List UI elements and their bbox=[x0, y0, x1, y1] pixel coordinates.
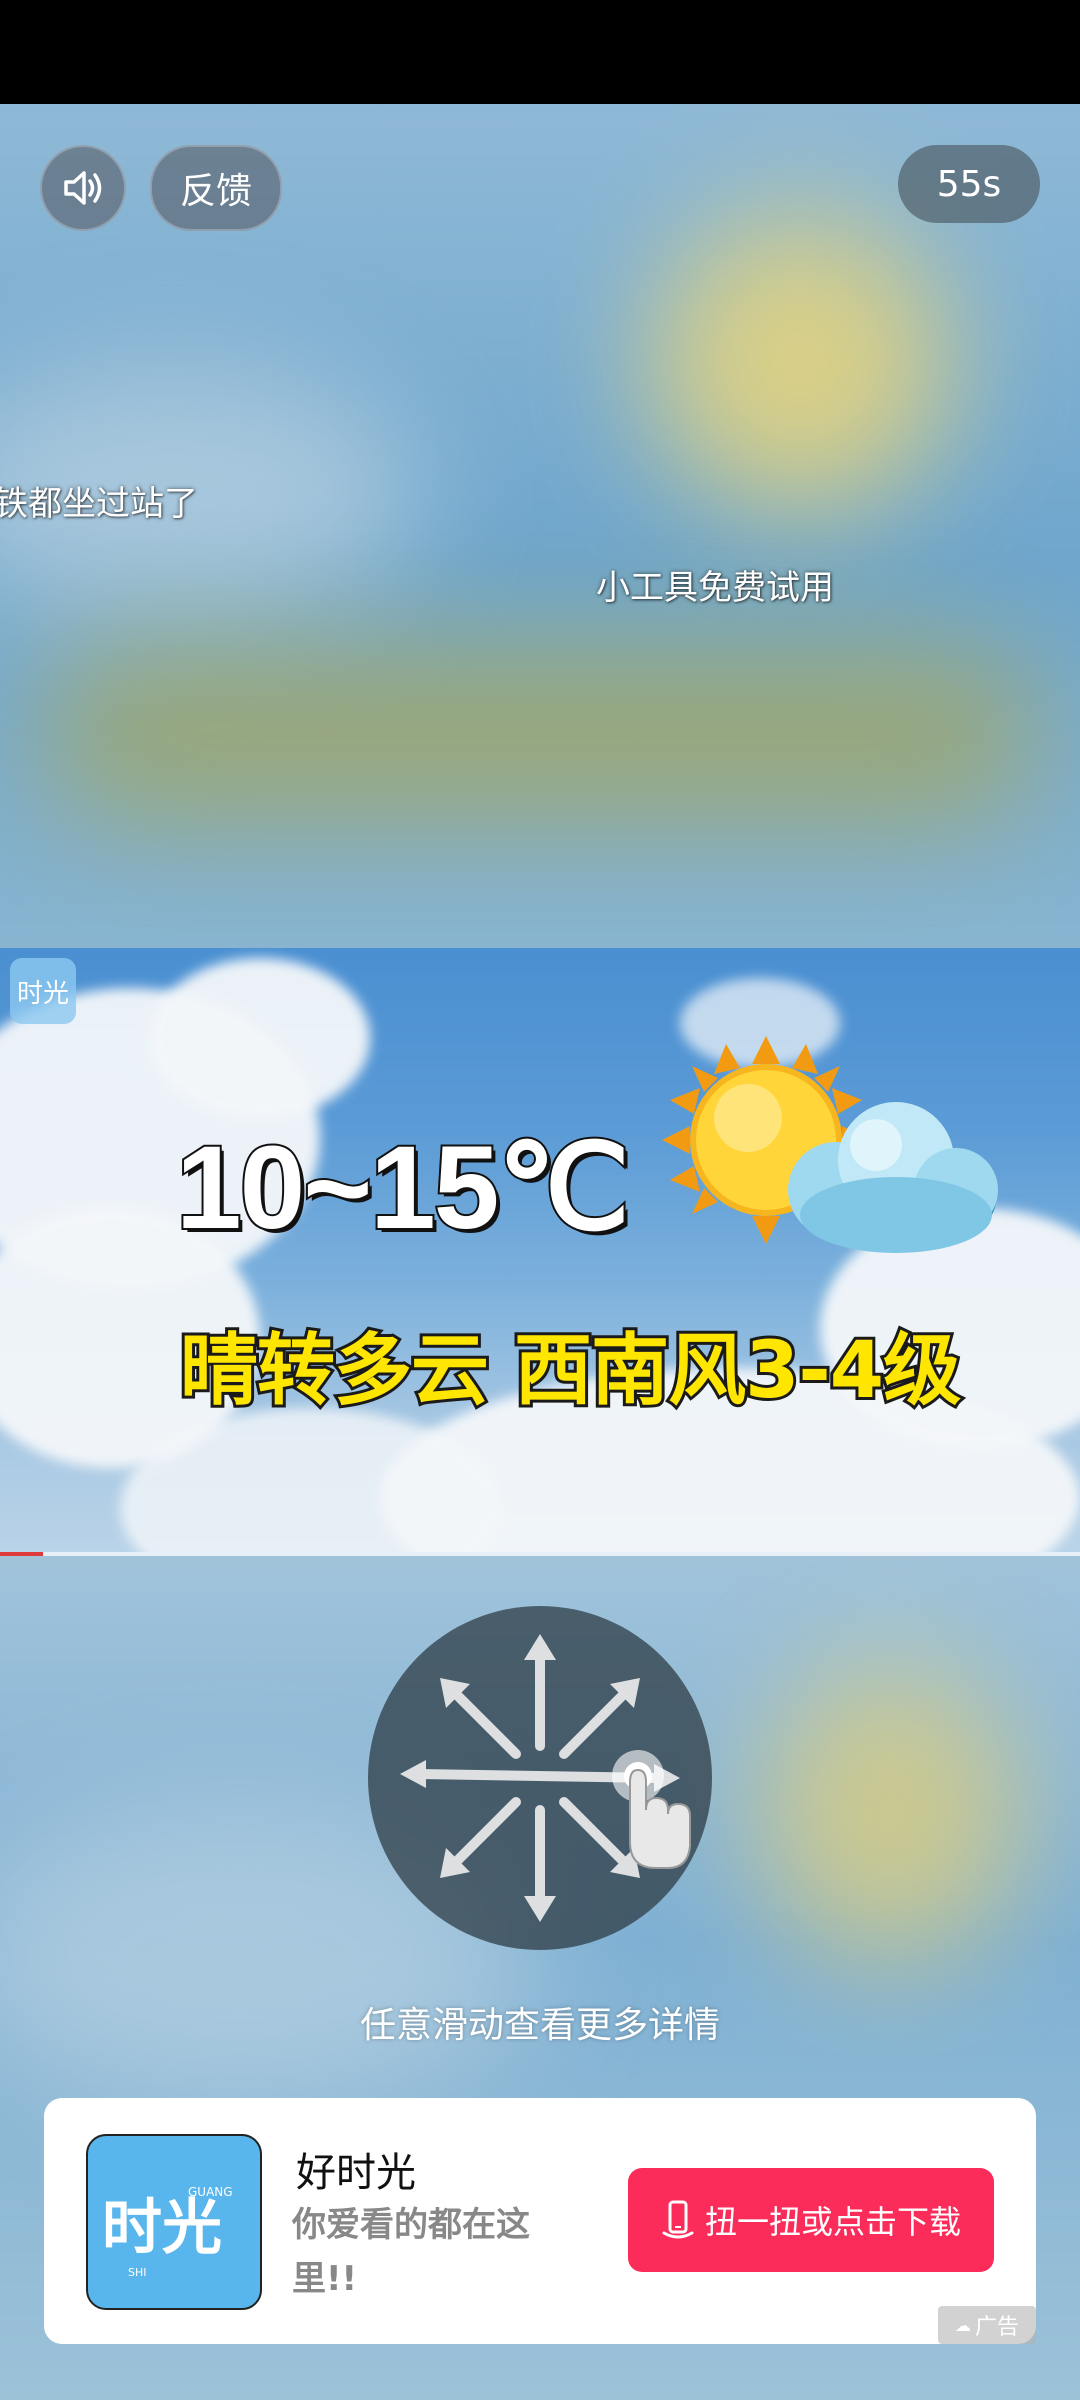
ad-tag-logo-icon: ☁ bbox=[954, 2315, 971, 2335]
download-label: 扭一扭或点击下载 bbox=[704, 2203, 961, 2241]
speaker-icon bbox=[64, 171, 102, 205]
status-bar bbox=[0, 0, 1080, 104]
download-button[interactable]: 扭一扭或点击下载 bbox=[628, 2168, 994, 2272]
video-progress-bar bbox=[0, 1552, 1080, 1556]
danmaku-comment: 铁都坐过站了 bbox=[0, 484, 198, 524]
countdown-timer[interactable]: 55s bbox=[898, 145, 1040, 223]
weather-description: 晴转多云 西南风3-4级 bbox=[177, 1323, 964, 1419]
svg-text:GUANG: GUANG bbox=[188, 2185, 233, 2199]
video-player[interactable]: 时光 10~15℃ 晴转多云 西南风3-4级 bbox=[0, 948, 1080, 1552]
app-description: 你爱看的都在这里!! bbox=[292, 2205, 530, 2299]
danmaku-comment: 小工具免费试用 bbox=[596, 568, 834, 608]
arrows-icon bbox=[400, 1634, 691, 1922]
swipe-gesture-icon[interactable] bbox=[368, 1606, 712, 1950]
ad-card[interactable]: 时光 GUANG SHI 好时光 你爱看的都在这里!! 扭一扭或点击下载 bbox=[44, 2098, 1036, 2344]
svg-text:时光: 时光 bbox=[102, 2193, 222, 2263]
feedback-button[interactable]: 反馈 bbox=[150, 145, 282, 231]
sound-button[interactable] bbox=[40, 145, 126, 231]
ad-label: ☁ 广告 bbox=[938, 2306, 1036, 2344]
app-logo[interactable]: 时光 GUANG SHI bbox=[86, 2134, 262, 2310]
video-progress-fill bbox=[0, 1552, 43, 1556]
watermark-logo: 时光 bbox=[10, 958, 76, 1024]
phone-shake-icon bbox=[662, 2200, 694, 2239]
ad-label-text: 广告 bbox=[974, 2315, 1019, 2340]
svg-text:SHI: SHI bbox=[128, 2266, 147, 2279]
swipe-hint-text: 任意滑动查看更多详情 bbox=[359, 2005, 720, 2046]
temperature-text: 10~15℃ bbox=[174, 1120, 632, 1256]
sun-cloud-icon bbox=[662, 1036, 998, 1253]
app-name: 好时光 bbox=[296, 2150, 416, 2196]
